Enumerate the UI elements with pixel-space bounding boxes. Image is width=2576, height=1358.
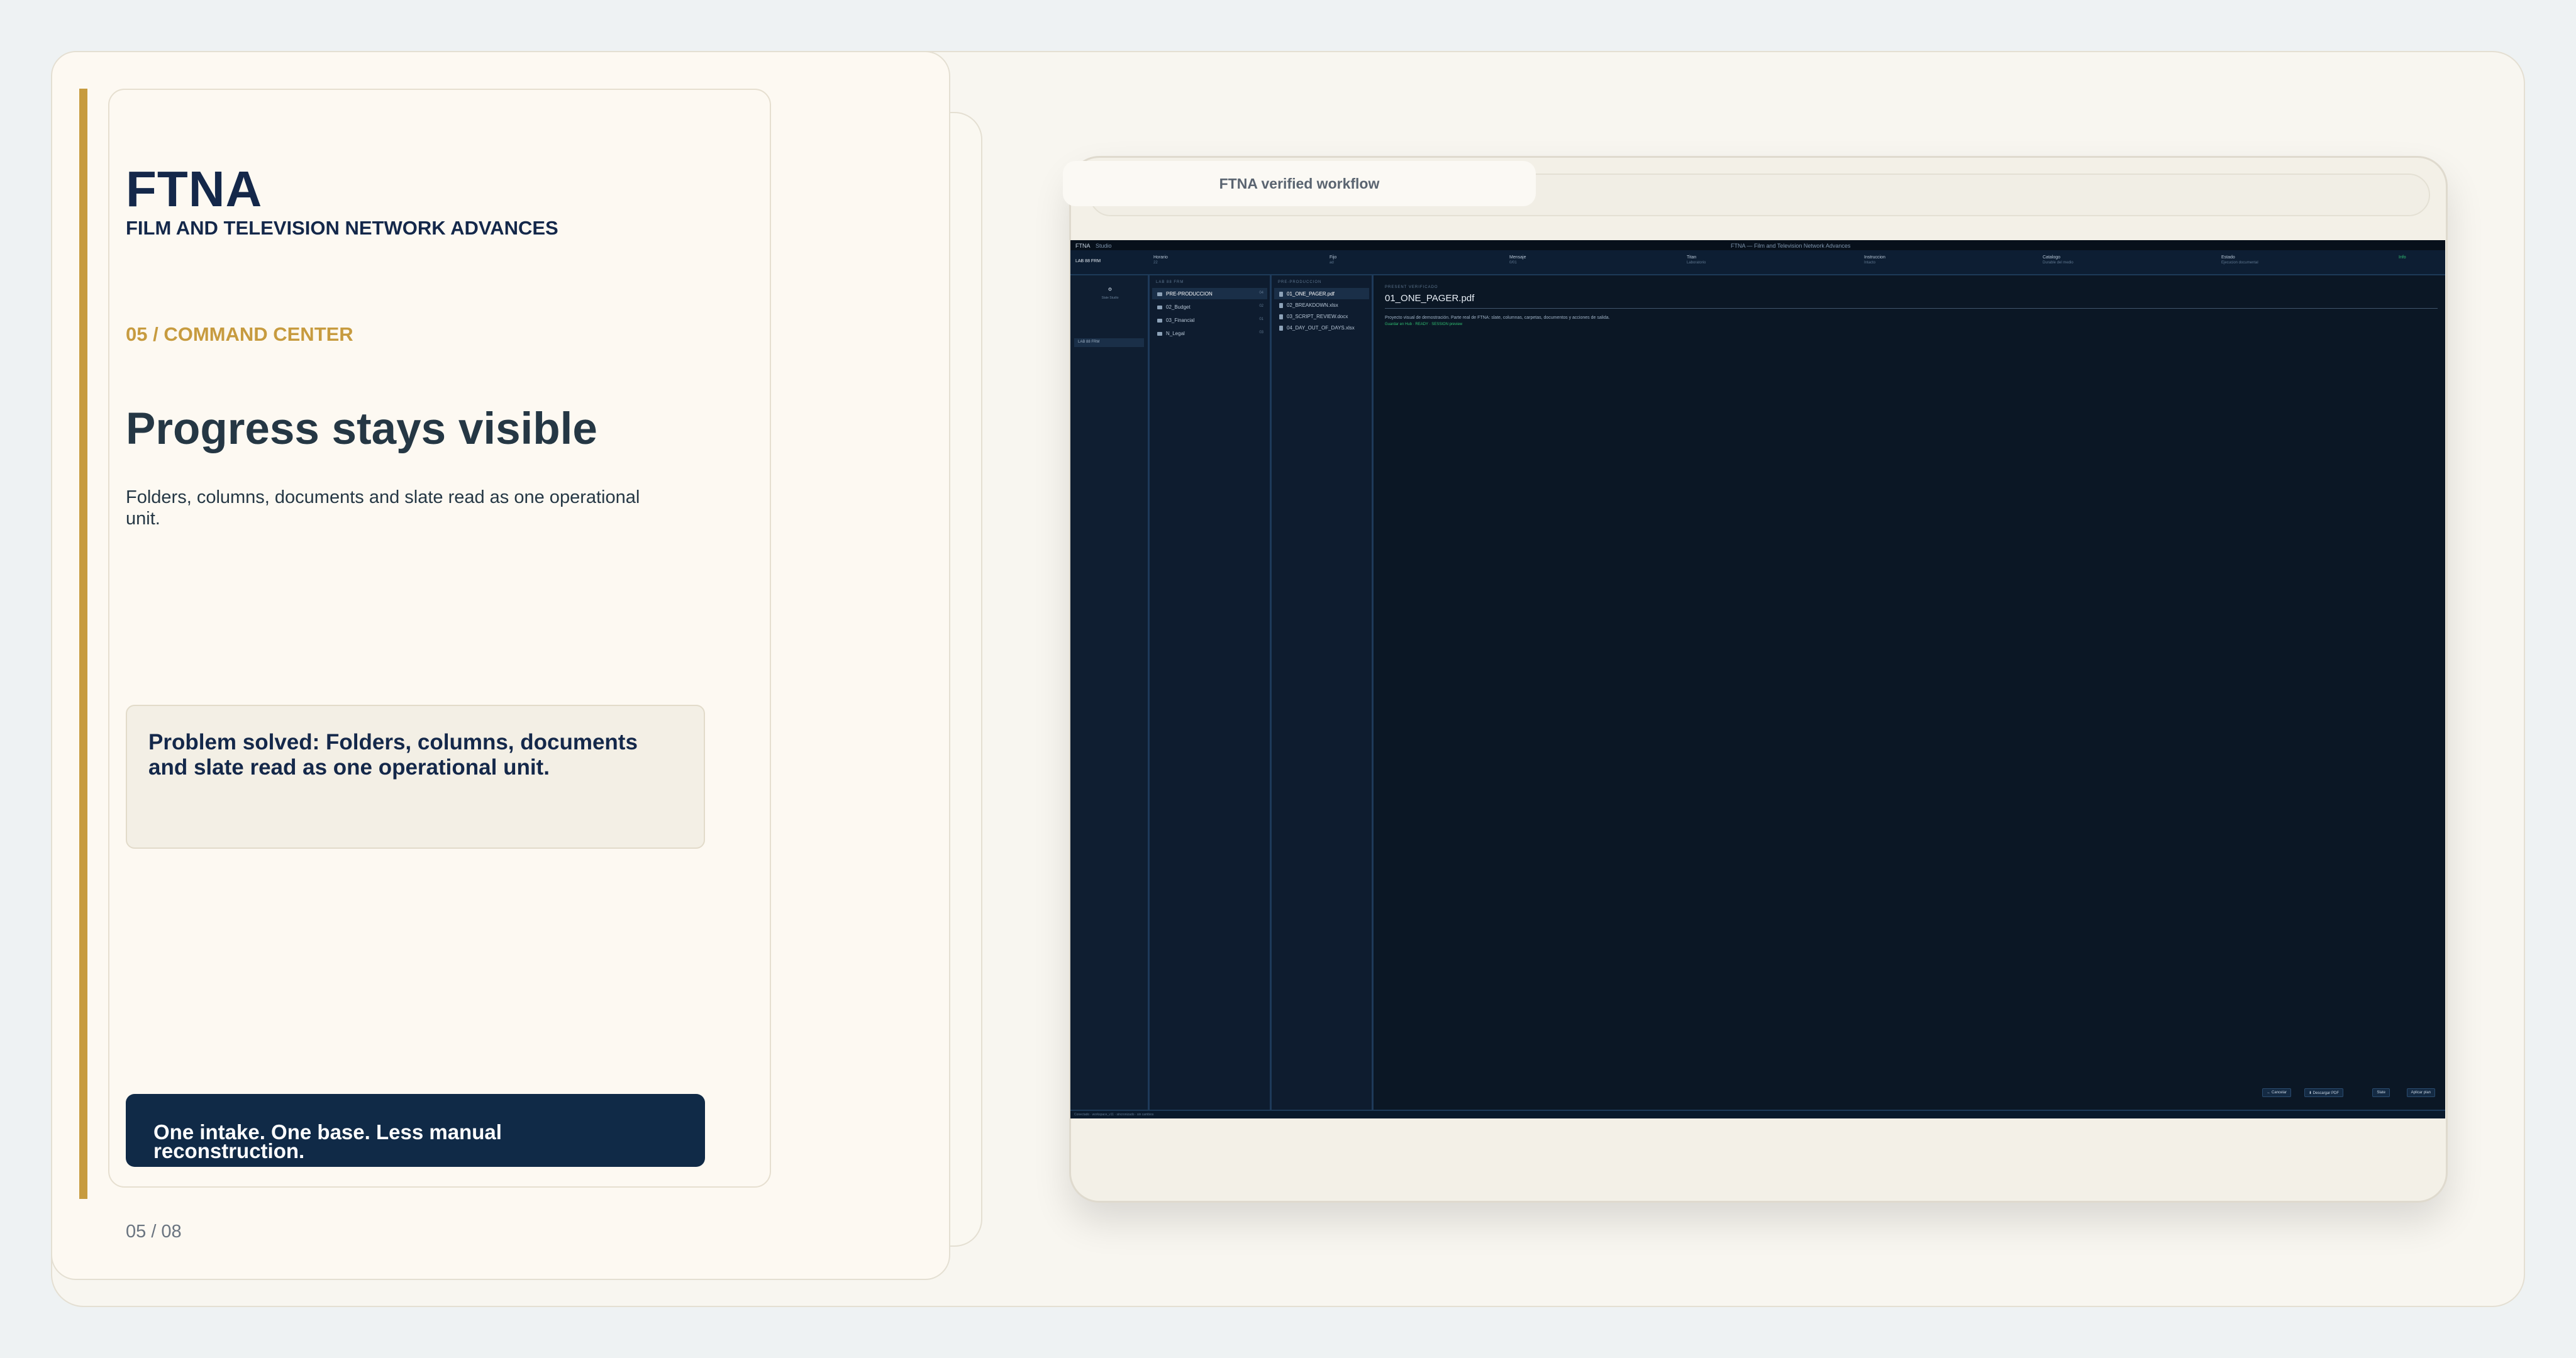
- nav-field-value: Intacto: [1864, 261, 1876, 265]
- app-titlebar: FTNA Studio FTNA — Film and Television N…: [1070, 240, 2445, 250]
- apply-plan-button[interactable]: Aplicar plan: [2406, 1088, 2435, 1097]
- nav-field-label: Instruccion: [1864, 255, 1885, 260]
- folder-count: 02: [1259, 304, 1263, 308]
- nav-field[interactable]: Info: [2399, 255, 2406, 261]
- document-description: Proyecto visual de demostración. Parte r…: [1385, 316, 1610, 320]
- app-logo-caption: Slate Studio: [1101, 296, 1119, 300]
- section-label: 05 / COMMAND CENTER: [126, 323, 353, 345]
- file-label: 02_BREAKDOWN.xlsx: [1287, 302, 1338, 308]
- nav-field-label: Info: [2399, 255, 2406, 260]
- app-logo: ⚬ Slate Studio: [1096, 284, 1124, 309]
- folder-icon: [1157, 305, 1162, 309]
- cancel-button[interactable]: ← Cancelar: [2262, 1088, 2291, 1097]
- nav-field[interactable]: Horario 22: [1153, 255, 1168, 265]
- folder-count: 04: [1259, 291, 1263, 295]
- folder-item[interactable]: 02_Budget 02: [1152, 301, 1267, 312]
- folder-icon: [1157, 318, 1162, 323]
- document-icon: [1279, 291, 1283, 297]
- headline: Progress stays visible: [126, 404, 597, 454]
- document-title: 01_ONE_PAGER.pdf: [1385, 293, 1475, 304]
- folder-label: 02_Budget: [1166, 304, 1191, 310]
- nav-field-value: Durable del medio: [2043, 261, 2074, 265]
- nav-field-value: ad: [1330, 261, 1334, 265]
- folder-count: 03: [1259, 331, 1263, 334]
- nav-field-label: Horario: [1153, 255, 1168, 260]
- folder-icon: [1157, 331, 1162, 336]
- app-sidebar: ⚬ Slate Studio LAB 88 FRM: [1070, 275, 1150, 1110]
- document-preview: PRESENT VERIFICADO 01_ONE_PAGER.pdf Proy…: [1374, 275, 2445, 1110]
- folder-item[interactable]: 03_Financial 01: [1152, 314, 1267, 326]
- body-text: Folders, columns, documents and slate re…: [126, 487, 640, 529]
- file-item[interactable]: 04_DAY_OUT_OF_DAYS.xlsx: [1274, 322, 1369, 333]
- nav-field[interactable]: Titan Laboratorio: [1687, 255, 1706, 265]
- page-counter: 05 / 08: [126, 1222, 182, 1242]
- folders-column: LAB 88 FRM PRE-PRODUCCION 04 02_Budget 02 …: [1150, 275, 1272, 1110]
- brand-title: FTNA: [126, 161, 263, 217]
- nav-field-label: Titan: [1687, 255, 1697, 260]
- app-status-bar: Conectado · workspace_v11 · sincronizado…: [1070, 1110, 2445, 1118]
- folder-item[interactable]: PRE-PRODUCCION 04: [1152, 288, 1267, 299]
- brand-subtitle: FILM AND TELEVISION NETWORK ADVANCES: [126, 217, 558, 239]
- nav-project[interactable]: LAB 88 FRM: [1075, 259, 1101, 263]
- folder-icon: [1157, 292, 1162, 296]
- cta-banner: One intake. One base. Less manual recons…: [126, 1094, 705, 1167]
- nav-field-label: Fijo: [1330, 255, 1337, 260]
- nav-field-label: Mensaje: [1509, 255, 1526, 260]
- files-column: PRE-PRODUCCION 01_ONE_PAGER.pdf 02_BREAK…: [1272, 275, 1374, 1110]
- file-label: 04_DAY_OUT_OF_DAYS.xlsx: [1287, 325, 1355, 331]
- file-item[interactable]: 03_SCRIPT_REVIEW.docx: [1274, 311, 1369, 322]
- device-tab[interactable]: FTNA verified workflow: [1063, 161, 1536, 206]
- app-logo-text: FTNA: [1075, 243, 1091, 249]
- download-pdf-button[interactable]: ⬇ Descargar PDF: [2304, 1088, 2343, 1097]
- file-label: 03_SCRIPT_REVIEW.docx: [1287, 314, 1348, 319]
- file-item[interactable]: 02_BREAKDOWN.xlsx: [1274, 299, 1369, 311]
- file-item[interactable]: 01_ONE_PAGER.pdf: [1274, 288, 1369, 299]
- app-menu-studio[interactable]: Studio: [1096, 243, 1112, 249]
- slate-button[interactable]: Slate: [2372, 1088, 2390, 1097]
- problem-callout: Problem solved: Folders, columns, docume…: [126, 705, 705, 849]
- nav-field-label: Estado: [2221, 255, 2235, 260]
- nav-field-value: Laboratorio: [1687, 261, 1706, 265]
- nav-field-label: Catalogo: [2043, 255, 2061, 260]
- cta-text: One intake. One base. Less manual recons…: [153, 1120, 502, 1162]
- app-window-title: FTNA — Film and Television Network Advan…: [1731, 243, 1851, 249]
- folder-item[interactable]: N_Legal 03: [1152, 328, 1267, 339]
- document-kicker: PRESENT VERIFICADO: [1385, 285, 1438, 289]
- document-icon: [1279, 302, 1283, 308]
- accent-bar: [79, 89, 87, 1199]
- nav-field-value: 0/01: [1509, 261, 1517, 265]
- nav-field[interactable]: Mensaje 0/01: [1509, 255, 1526, 265]
- files-column-header: PRE-PRODUCCION: [1278, 280, 1322, 284]
- document-status: Guardar en Hub · READY · SESSION preview: [1385, 323, 1463, 326]
- nav-field[interactable]: Fijo ad: [1330, 255, 1336, 265]
- app-screenshot: FTNA Studio FTNA — Film and Television N…: [1070, 240, 2445, 1118]
- folders-column-header: LAB 88 FRM: [1156, 280, 1184, 284]
- folder-label: PRE-PRODUCCION: [1166, 291, 1213, 297]
- nav-field[interactable]: Estado Ejecucion documental: [2221, 255, 2258, 265]
- document-icon: [1279, 314, 1283, 319]
- nav-field-value: Ejecucion documental: [2221, 261, 2258, 265]
- nav-field[interactable]: Catalogo Durable del medio: [2043, 255, 2074, 265]
- document-icon: [1279, 325, 1283, 331]
- folder-label: N_Legal: [1166, 331, 1185, 336]
- nav-field-value: 22: [1153, 261, 1158, 265]
- folder-count: 01: [1259, 317, 1263, 321]
- file-label: 01_ONE_PAGER.pdf: [1287, 291, 1335, 297]
- problem-text: Problem solved: Folders, columns, docume…: [148, 730, 638, 780]
- folder-label: 03_Financial: [1166, 317, 1195, 323]
- sidebar-item-project[interactable]: LAB 88 FRM: [1074, 338, 1144, 347]
- content-panel: [108, 89, 771, 1188]
- nav-field[interactable]: Instruccion Intacto: [1864, 255, 1885, 265]
- app-header-fields: LAB 88 FRM Horario 22 Fijo ad Mensaje 0/01 …: [1070, 250, 2445, 275]
- document-divider: [1385, 308, 2438, 309]
